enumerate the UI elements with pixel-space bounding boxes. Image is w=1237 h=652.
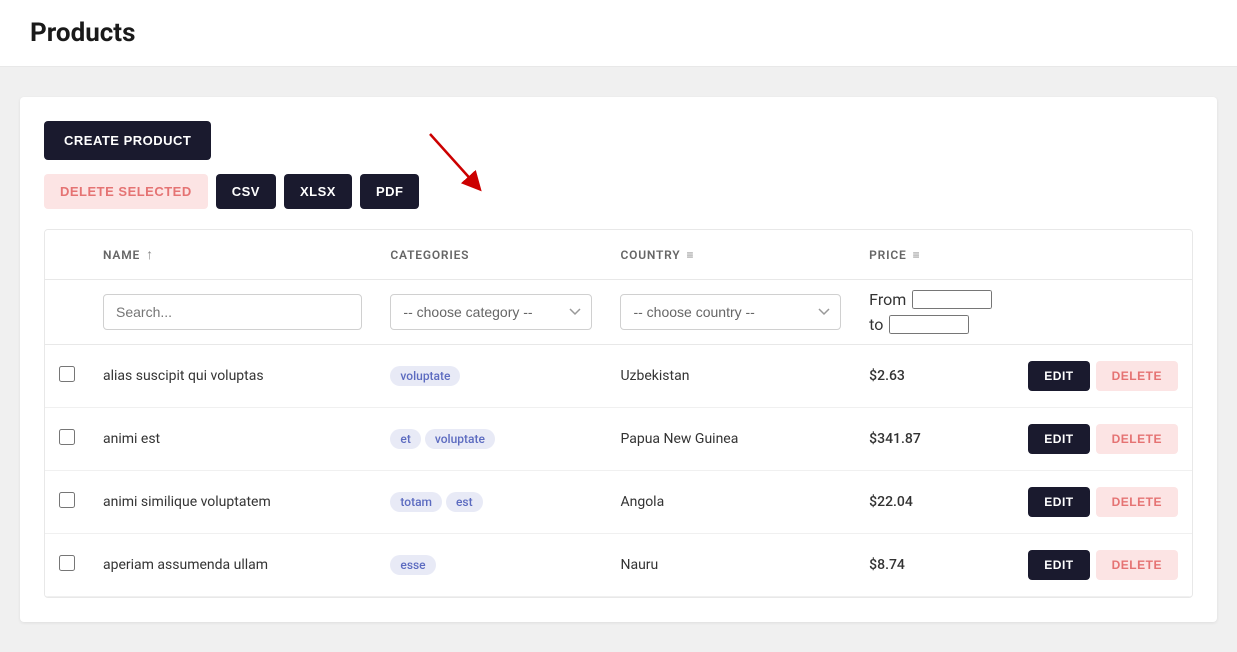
delete-button[interactable]: DELETE bbox=[1096, 424, 1178, 454]
delete-button[interactable]: DELETE bbox=[1096, 361, 1178, 391]
table-row: alias suscipit qui voluptas voluptate Uzbe… bbox=[45, 345, 1192, 408]
filter-country-cell: -- choose country -- bbox=[606, 280, 855, 345]
pdf-button[interactable]: PDF bbox=[360, 174, 420, 209]
th-categories: CATEGORIES bbox=[376, 230, 606, 280]
delete-button[interactable]: DELETE bbox=[1096, 487, 1178, 517]
price-to-label: to bbox=[869, 315, 883, 334]
create-product-button[interactable]: CREATE PRODUCT bbox=[44, 121, 211, 160]
category-tag: voluptate bbox=[390, 366, 460, 386]
th-actions bbox=[1014, 230, 1192, 280]
row-country: Angola bbox=[606, 471, 855, 534]
edit-button[interactable]: EDIT bbox=[1028, 361, 1089, 391]
row-checkbox-cell bbox=[45, 408, 89, 471]
table-header-row: NAME ↑ CATEGORIES COUNTRY bbox=[45, 230, 1192, 280]
row-name: alias suscipit qui voluptas bbox=[89, 345, 376, 408]
country-filter-icon[interactable]: ≡ bbox=[687, 248, 695, 262]
category-tag: est bbox=[446, 492, 483, 512]
row-categories: totamest bbox=[376, 471, 606, 534]
country-select[interactable]: -- choose country -- bbox=[620, 294, 841, 330]
edit-button[interactable]: EDIT bbox=[1028, 424, 1089, 454]
row-price: $341.87 bbox=[855, 408, 1014, 471]
row-checkbox-cell bbox=[45, 471, 89, 534]
filter-price-cell: From to bbox=[855, 280, 1014, 345]
row-country: Papua New Guinea bbox=[606, 408, 855, 471]
price-from-label: From bbox=[869, 290, 906, 309]
page-title: Products bbox=[30, 18, 1207, 48]
row-categories: esse bbox=[376, 534, 606, 597]
delete-selected-button[interactable]: DELETE SELECTED bbox=[44, 174, 208, 209]
xlsx-button[interactable]: XLSX bbox=[284, 174, 352, 209]
row-name: aperiam assumenda ullam bbox=[89, 534, 376, 597]
row-actions: EDITDELETE bbox=[1014, 471, 1192, 534]
filter-category-cell: -- choose category -- bbox=[376, 280, 606, 345]
products-table: NAME ↑ CATEGORIES COUNTRY bbox=[44, 229, 1193, 598]
row-categories: voluptate bbox=[376, 345, 606, 408]
table-row: aperiam assumenda ullamesseNauru$8.74EDI… bbox=[45, 534, 1192, 597]
filter-search-cell bbox=[89, 280, 376, 345]
th-checkbox bbox=[45, 230, 89, 280]
row-actions: EDITDELETE bbox=[1014, 408, 1192, 471]
filter-row: -- choose category -- -- choose country … bbox=[45, 280, 1192, 345]
row-checkbox[interactable] bbox=[59, 555, 75, 571]
row-price: $2.63 bbox=[855, 345, 1014, 408]
row-name: animi similique voluptatem bbox=[89, 471, 376, 534]
row-country: Nauru bbox=[606, 534, 855, 597]
csv-button[interactable]: CSV bbox=[216, 174, 276, 209]
th-country[interactable]: COUNTRY ≡ bbox=[606, 230, 855, 280]
price-from-input[interactable] bbox=[912, 290, 992, 309]
category-tag: voluptate bbox=[425, 429, 495, 449]
row-price: $22.04 bbox=[855, 471, 1014, 534]
th-name[interactable]: NAME ↑ bbox=[89, 230, 376, 280]
row-categories: etvoluptate bbox=[376, 408, 606, 471]
filter-checkbox-cell bbox=[45, 280, 89, 345]
row-checkbox[interactable] bbox=[59, 492, 75, 508]
row-price: $8.74 bbox=[855, 534, 1014, 597]
price-to-input[interactable] bbox=[889, 315, 969, 334]
name-sort-icon[interactable]: ↑ bbox=[146, 246, 154, 263]
edit-button[interactable]: EDIT bbox=[1028, 550, 1089, 580]
category-select[interactable]: -- choose category -- bbox=[390, 294, 592, 330]
row-actions: EDITDELETE bbox=[1014, 345, 1192, 408]
row-name: animi est bbox=[89, 408, 376, 471]
delete-button[interactable]: DELETE bbox=[1096, 550, 1178, 580]
row-checkbox[interactable] bbox=[59, 366, 75, 382]
category-tag: totam bbox=[390, 492, 442, 512]
row-checkbox-cell bbox=[45, 345, 89, 408]
search-input[interactable] bbox=[103, 294, 362, 330]
category-tag: et bbox=[390, 429, 420, 449]
table-row: animi similique voluptatemtotamestAngola… bbox=[45, 471, 1192, 534]
filter-actions-cell bbox=[1014, 280, 1192, 345]
table-row: animi estetvoluptatePapua New Guinea$341… bbox=[45, 408, 1192, 471]
price-filter-icon[interactable]: ≡ bbox=[913, 248, 921, 262]
row-country: Uzbekistan bbox=[606, 345, 855, 408]
category-tag: esse bbox=[390, 555, 435, 575]
row-actions: EDITDELETE bbox=[1014, 534, 1192, 597]
row-checkbox[interactable] bbox=[59, 429, 75, 445]
row-checkbox-cell bbox=[45, 534, 89, 597]
edit-button[interactable]: EDIT bbox=[1028, 487, 1089, 517]
th-price[interactable]: PRICE ≡ bbox=[855, 230, 1014, 280]
